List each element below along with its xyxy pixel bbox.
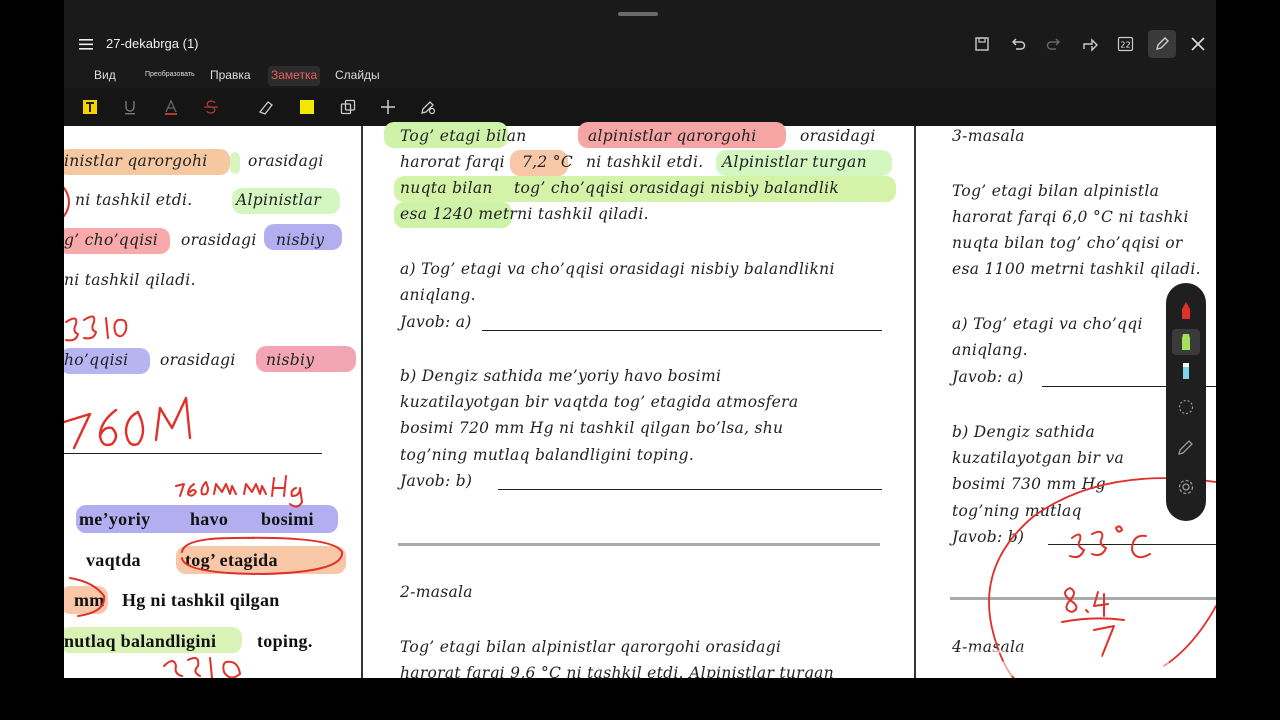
underline-icon[interactable] (120, 97, 140, 117)
strikethrough-icon[interactable] (201, 97, 221, 117)
hamburger-menu-icon[interactable] (78, 36, 94, 52)
cyan-marker-icon[interactable] (1176, 361, 1196, 381)
share-icon[interactable] (1072, 26, 1108, 62)
redo-icon[interactable] (1036, 26, 1072, 62)
lasso-icon[interactable] (1176, 397, 1196, 417)
annotation-toolbar (64, 88, 1216, 126)
note-app: 27-dekabrga (1) 22 Вид Преобразовать Пра… (64, 0, 1216, 678)
eraser-icon[interactable] (256, 97, 276, 117)
text-color-icon[interactable] (161, 97, 181, 117)
menu-item-note[interactable]: Заметка (271, 68, 317, 82)
watermark-text: PRISM Live (966, 644, 1173, 685)
ink-3310 (65, 315, 128, 342)
save-icon[interactable] (964, 26, 1000, 62)
menu-item-view[interactable]: Вид (94, 68, 116, 82)
menu-bar: Вид Преобразовать Правка Заметка Слайды (64, 62, 1216, 88)
menu-item-convert[interactable]: Преобразовать (145, 71, 195, 78)
ink-33C (1069, 525, 1151, 559)
close-icon[interactable] (1180, 26, 1216, 62)
document-canvas[interactable]: inistlar qarorgohi orasidagi ni tashkil … (64, 122, 1216, 678)
title-actions: 22 (964, 26, 1216, 62)
title-bar: 27-dekabrga (1) 22 (64, 26, 1216, 62)
ink-760-M (64, 396, 192, 450)
pen-settings-icon[interactable] (418, 97, 438, 117)
settings-icon[interactable] (1176, 477, 1196, 497)
ink-circle-etagida (181, 536, 343, 575)
status-bar (64, 0, 1216, 26)
pencil-icon[interactable] (1176, 437, 1196, 457)
add-icon[interactable] (378, 97, 398, 117)
menu-item-edit[interactable]: Правка (210, 68, 251, 82)
ink-circle-stroke (69, 577, 106, 617)
text-highlight-icon[interactable] (80, 97, 100, 117)
page-count-label: 22 (1120, 41, 1130, 50)
floating-pen-palette (1166, 283, 1206, 521)
ink-8-4 (1061, 587, 1125, 623)
ink-760mmHg (175, 475, 303, 508)
document-title[interactable]: 27-dekabrga (1) (106, 36, 199, 51)
edit-pen-icon[interactable] (1148, 30, 1176, 58)
menu-item-slides[interactable]: Слайды (335, 68, 380, 82)
ink-3310-bottom (163, 657, 241, 678)
ink-circle-stroke (64, 187, 70, 217)
highlighter-icon[interactable] (297, 97, 317, 117)
page-count-icon[interactable]: 22 (1108, 26, 1144, 62)
copy-icon[interactable] (338, 97, 358, 117)
handwriting-layer (64, 187, 1216, 678)
drag-handle[interactable] (618, 12, 658, 16)
undo-icon[interactable] (1000, 26, 1036, 62)
red-pen-icon[interactable] (1176, 301, 1196, 321)
green-highlighter-icon[interactable] (1172, 329, 1200, 355)
